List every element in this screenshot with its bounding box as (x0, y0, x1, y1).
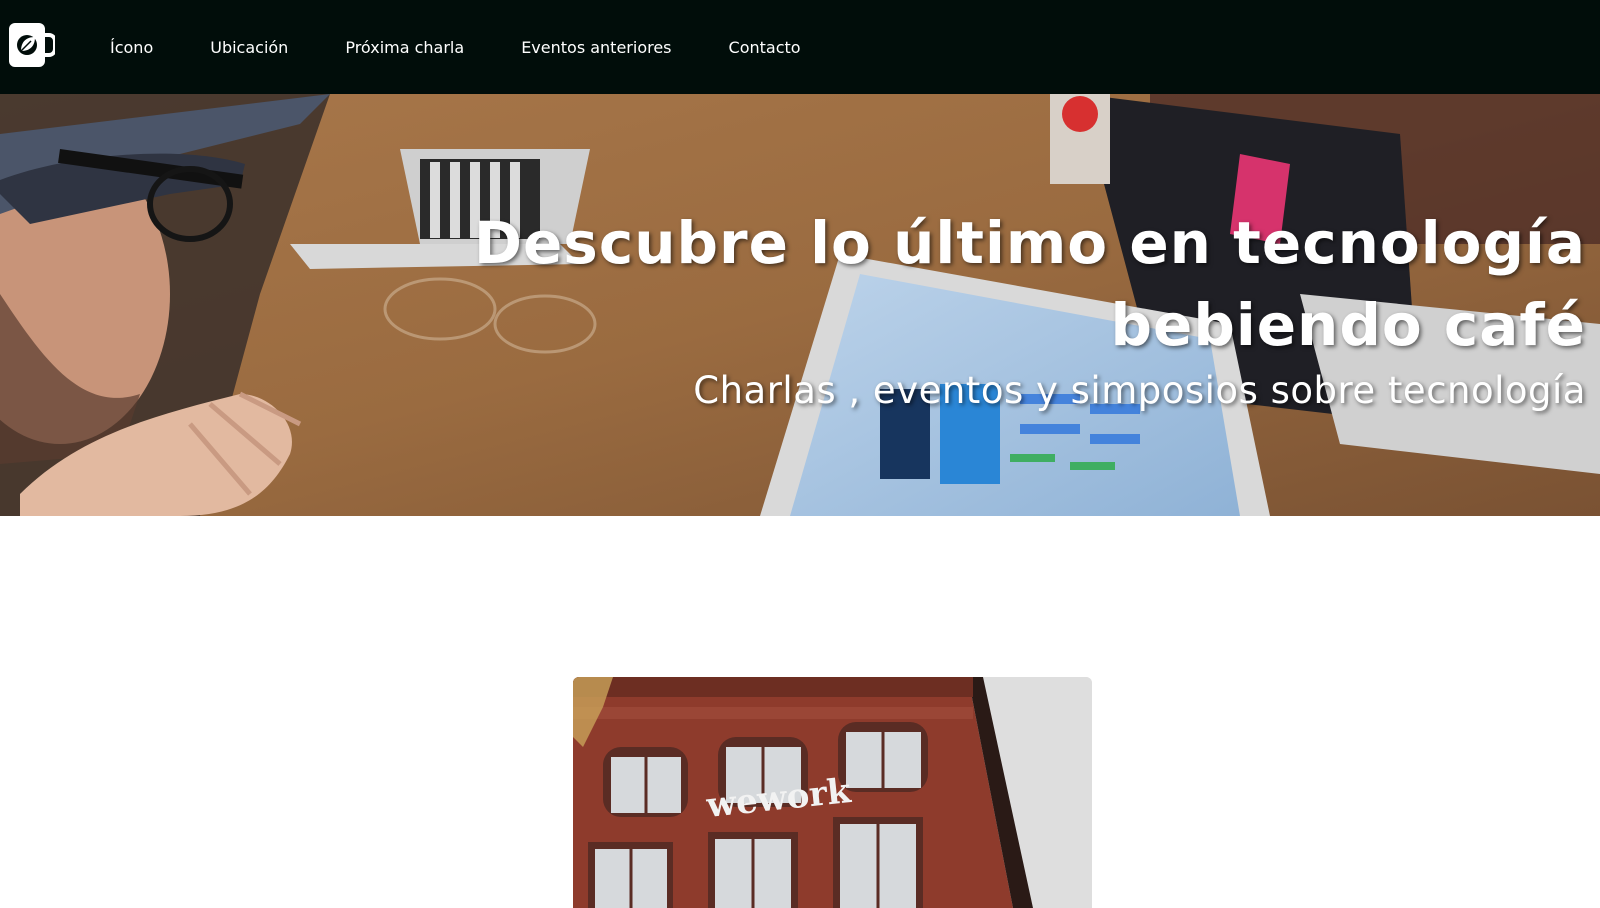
nav-link-proxima-charla[interactable]: Próxima charla (345, 38, 464, 57)
nav-link-icono[interactable]: Ícono (110, 38, 153, 57)
venue-building-image: wework (573, 677, 1092, 908)
nav-link-contacto[interactable]: Contacto (729, 38, 801, 57)
hero-title-line-2: bebiendo café (1110, 291, 1586, 359)
hero-title: Descubre lo último en tecnología bebiend… (474, 202, 1586, 366)
nav-link-eventos-anteriores[interactable]: Eventos anteriores (521, 38, 671, 57)
nav-links: Ícono Ubicación Próxima charla Eventos a… (110, 0, 858, 94)
hero-title-line-1: Descubre lo último en tecnología (473, 209, 1586, 277)
coffee-mug-logo-icon[interactable] (9, 21, 57, 69)
nav-link-ubicacion[interactable]: Ubicación (210, 38, 288, 57)
hero-text-block: Descubre lo último en tecnología bebiend… (474, 202, 1586, 416)
top-navbar: Ícono Ubicación Próxima charla Eventos a… (0, 0, 1600, 94)
hero-subtitle: Charlas , eventos y simposios sobre tecn… (693, 369, 1586, 412)
hero-banner: Descubre lo último en tecnología bebiend… (0, 94, 1600, 516)
